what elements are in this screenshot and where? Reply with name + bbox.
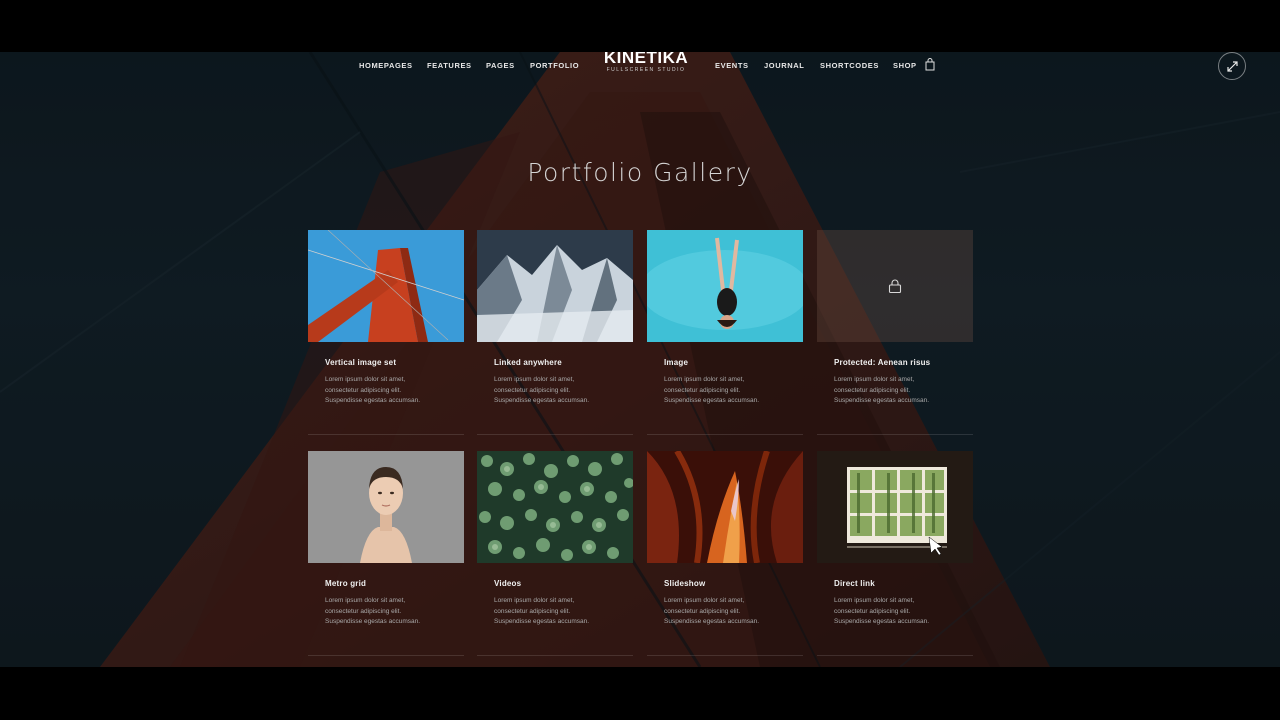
letterbox-top [0, 0, 1280, 52]
nav-homepages[interactable]: HOMEPAGES [359, 61, 413, 70]
card-title[interactable]: Metro grid [325, 579, 464, 588]
card-description: Lorem ipsum dolor sit amet, consectetur a… [664, 597, 760, 625]
card-title[interactable]: Videos [494, 579, 633, 588]
card-title[interactable]: Protected: Aenean risus [834, 358, 973, 367]
card-description: Lorem ipsum dolor sit amet, consectetur a… [325, 376, 421, 404]
nav-journal[interactable]: JOURNAL [764, 61, 804, 70]
card-description: Lorem ipsum dolor sit amet, consectetur a… [494, 376, 590, 404]
card-description: Lorem ipsum dolor sit amet, consectetur a… [664, 376, 760, 404]
card-thumbnail[interactable] [308, 230, 464, 342]
site-logo[interactable]: KINETIKA FULLSCREEN STUDIO [598, 52, 694, 73]
card-description: Lorem ipsum dolor sit amet, consectetur a… [834, 597, 930, 625]
nav-features[interactable]: FEATURES [427, 61, 472, 70]
portfolio-card[interactable]: Linked anywhere Lorem ipsum dolor sit am… [477, 230, 633, 435]
portfolio-card[interactable]: Slideshow Lorem ipsum dolor sit amet, con… [647, 451, 803, 656]
card-description: Lorem ipsum dolor sit amet, consectetur a… [325, 597, 421, 625]
card-thumbnail[interactable] [477, 230, 633, 342]
logo-title: KINETIKA [603, 52, 689, 67]
card-thumbnail[interactable] [647, 451, 803, 563]
nav-shortcodes[interactable]: SHORTCODES [820, 61, 879, 70]
card-divider [817, 433, 973, 435]
card-thumbnail[interactable] [477, 451, 633, 563]
card-thumbnail[interactable] [308, 451, 464, 563]
nav-portfolio[interactable]: PORTFOLIO [530, 61, 579, 70]
card-divider [647, 654, 803, 656]
portfolio-card[interactable]: Direct link Lorem ipsum dolor sit amet, c… [817, 451, 973, 656]
portfolio-card[interactable]: Metro grid Lorem ipsum dolor sit amet, co… [308, 451, 464, 656]
portfolio-card[interactable]: Videos Lorem ipsum dolor sit amet, consec… [477, 451, 633, 656]
card-divider [477, 433, 633, 435]
card-divider [308, 433, 464, 435]
card-title[interactable]: Image [664, 358, 803, 367]
letterbox-bottom [0, 667, 1280, 720]
card-divider [647, 433, 803, 435]
card-thumbnail[interactable] [817, 451, 973, 563]
card-description: Lorem ipsum dolor sit amet, consectetur a… [494, 597, 590, 625]
lock-icon [888, 279, 902, 294]
nav-shop[interactable]: SHOP [893, 61, 917, 70]
card-title[interactable]: Linked anywhere [494, 358, 633, 367]
logo-subtitle: FULLSCREEN STUDIO [606, 67, 686, 73]
background-overlay [0, 52, 1280, 667]
nav-events[interactable]: EVENTS [715, 61, 749, 70]
card-divider [477, 654, 633, 656]
card-description: Lorem ipsum dolor sit amet, consectetur a… [834, 376, 930, 404]
card-title[interactable]: Vertical image set [325, 358, 464, 367]
card-thumbnail-protected[interactable] [817, 230, 973, 342]
nav-pages[interactable]: PAGES [486, 61, 515, 70]
card-title[interactable]: Direct link [834, 579, 973, 588]
fullscreen-button[interactable] [1218, 52, 1246, 80]
site-header: HOMEPAGES FEATURES PAGES PORTFOLIO KINET… [0, 52, 1280, 92]
expand-icon [1227, 61, 1238, 72]
portfolio-card[interactable]: Image Lorem ipsum dolor sit amet, consect… [647, 230, 803, 435]
page-title: Portfolio Gallery [527, 158, 753, 187]
card-divider [817, 654, 973, 656]
shopping-bag-icon[interactable] [925, 58, 935, 71]
portfolio-card[interactable]: Protected: Aenean risus Lorem ipsum dolo… [817, 230, 973, 435]
page-background: HOMEPAGES FEATURES PAGES PORTFOLIO KINET… [0, 52, 1280, 667]
card-thumbnail[interactable] [647, 230, 803, 342]
card-divider [308, 654, 464, 656]
card-title[interactable]: Slideshow [664, 579, 803, 588]
portfolio-card[interactable]: Vertical image set Lorem ipsum dolor sit… [308, 230, 464, 435]
